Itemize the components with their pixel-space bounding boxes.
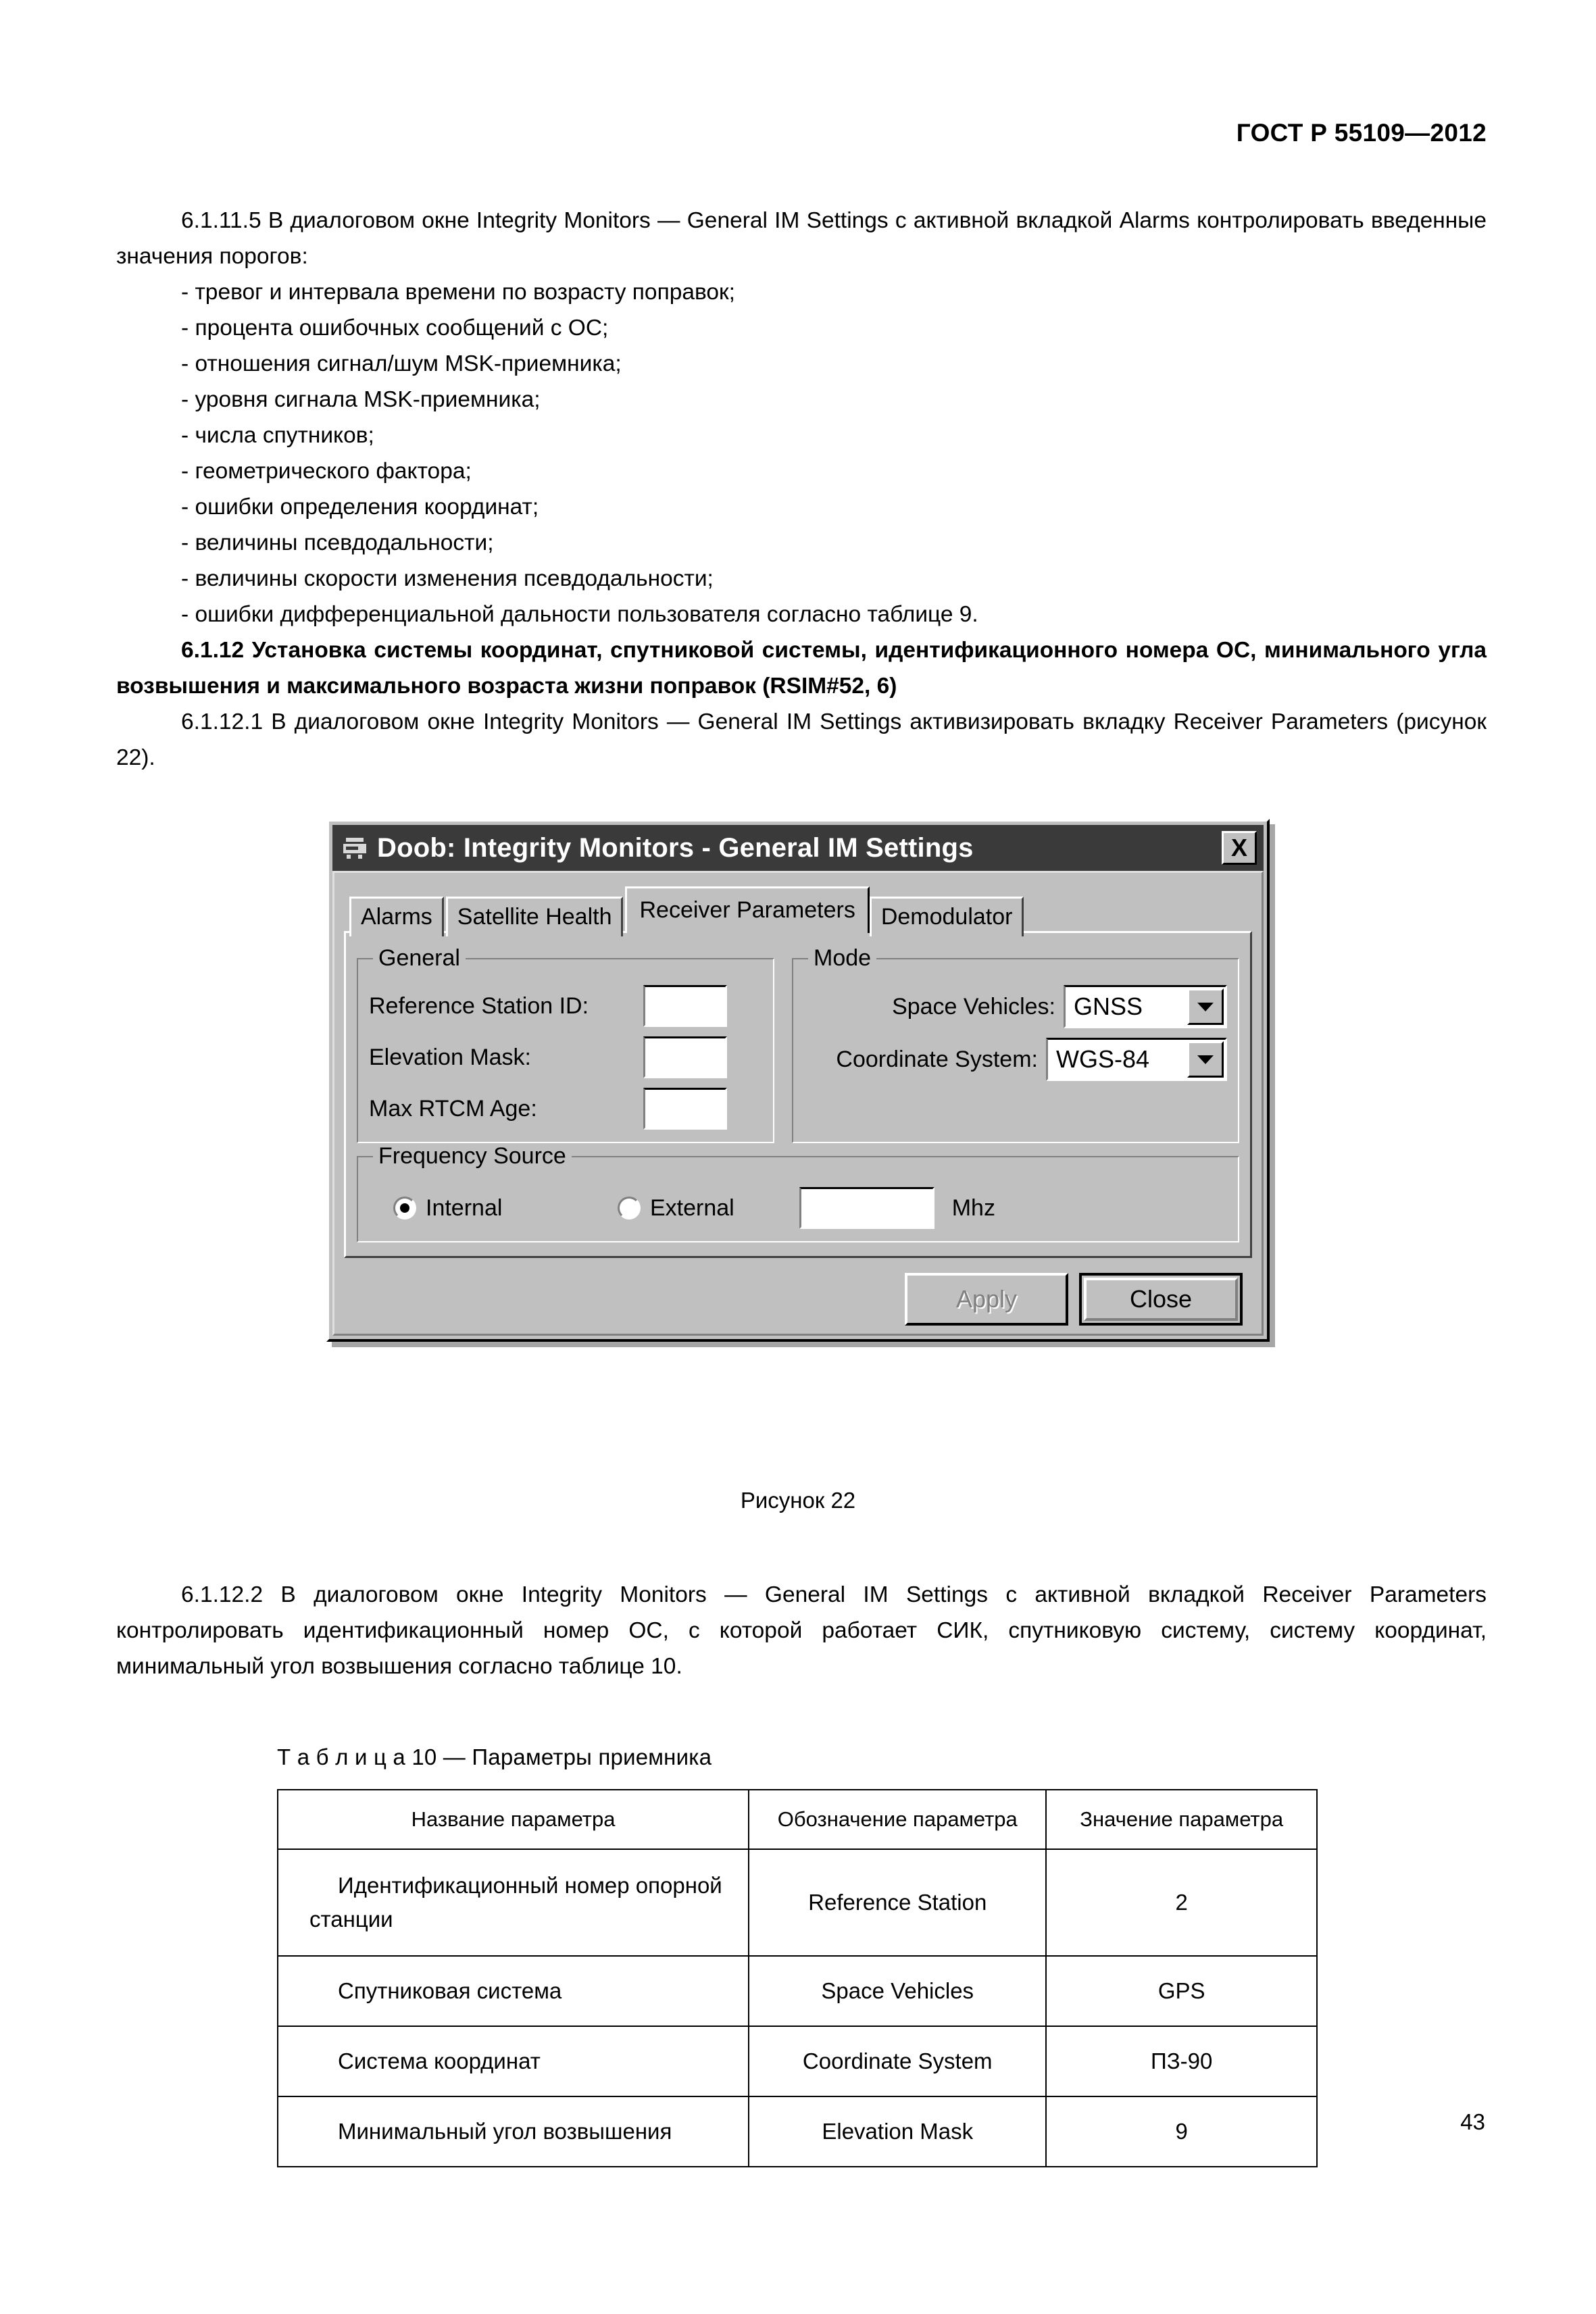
integrity-monitors-dialog: Doob: Integrity Monitors - General IM Se… bbox=[326, 819, 1270, 1342]
column-header-code: Обозначение параметра bbox=[748, 1789, 1047, 1850]
table-row: Идентификационный номер опорной станции … bbox=[276, 1848, 1318, 1957]
list-item: - ошибки определения координат; bbox=[181, 495, 539, 520]
space-vehicles-value: GNSS bbox=[1074, 992, 1143, 1020]
dialog-titlebar[interactable]: Doob: Integrity Monitors - General IM Se… bbox=[332, 825, 1264, 871]
document-page: ГОСТ Р 55109—2012 6.1.11.5 В диалоговом … bbox=[0, 0, 1596, 2314]
threshold-bullet-list: - тревог и интервала времени по возрасту… bbox=[116, 274, 1487, 632]
frequency-input[interactable] bbox=[799, 1187, 934, 1229]
list-item: - ошибки дифференциальной дальности поль… bbox=[181, 602, 978, 627]
figure-caption: Рисунок 22 bbox=[740, 1488, 856, 1513]
reference-station-id-input[interactable] bbox=[643, 985, 727, 1027]
cell-value: 9 bbox=[1045, 2096, 1318, 2167]
elevation-mask-field: Elevation Mask: bbox=[369, 1036, 762, 1078]
receiver-parameters-panel: General Reference Station ID: Elevation … bbox=[344, 931, 1252, 1258]
coordinate-system-label: Coordinate System: bbox=[836, 1046, 1038, 1072]
elevation-mask-label: Elevation Mask: bbox=[369, 1044, 531, 1070]
list-item: - отношения сигнал/шум MSK-приемника; bbox=[181, 351, 622, 376]
tab-demodulator[interactable]: Demodulator bbox=[869, 897, 1024, 936]
list-item: - величины псевдодальности; bbox=[181, 530, 494, 555]
paragraph-6-1-12-2: 6.1.12.2 В диалоговом окне Integrity Mon… bbox=[116, 1582, 1487, 1679]
cell-name: Идентификационный номер опорной станции bbox=[276, 1848, 750, 1957]
dialog-body: Alarms Satellite Health Receiver Paramet… bbox=[332, 871, 1264, 1336]
list-item: - процента ошибочных сообщений с ОС; bbox=[181, 316, 609, 341]
list-item: - геометрического фактора; bbox=[181, 459, 472, 484]
reference-station-id-field: Reference Station ID: bbox=[369, 985, 762, 1027]
coordinate-system-value: WGS-84 bbox=[1056, 1045, 1150, 1073]
mode-group-legend: Mode bbox=[814, 945, 872, 971]
tab-satellite-health[interactable]: Satellite Health bbox=[445, 897, 624, 936]
close-button[interactable]: Close bbox=[1079, 1273, 1243, 1326]
cell-value: GPS bbox=[1045, 1955, 1318, 2027]
body-text-lower: 6.1.12.2 В диалоговом окне Integrity Mon… bbox=[116, 1577, 1487, 1684]
column-header-value: Значение параметра bbox=[1045, 1789, 1318, 1850]
reference-station-id-label: Reference Station ID: bbox=[369, 992, 589, 1019]
dialog-title: Doob: Integrity Monitors - General IM Se… bbox=[377, 832, 974, 863]
coordinate-system-field: Coordinate System: WGS-84 bbox=[804, 1038, 1227, 1081]
general-group: General Reference Station ID: Elevation … bbox=[357, 945, 774, 1143]
cell-name: Минимальный угол возвышения bbox=[276, 2096, 750, 2167]
close-button-label: Close bbox=[1084, 1278, 1238, 1321]
page-header: ГОСТ Р 55109—2012 bbox=[1236, 119, 1487, 147]
paragraph-6-1-12-1: 6.1.12.1 В диалоговом окне Integrity Mon… bbox=[116, 709, 1487, 770]
external-radio[interactable]: External bbox=[618, 1195, 734, 1222]
frequency-unit-label: Mhz bbox=[951, 1194, 995, 1221]
paragraph-6-1-12: 6.1.12 Установка системы координат, спут… bbox=[116, 638, 1487, 699]
frequency-source-legend: Frequency Source bbox=[378, 1143, 566, 1169]
cell-name: Спутниковая система bbox=[276, 1955, 750, 2027]
internal-radio-label: Internal bbox=[426, 1194, 503, 1221]
paragraph-6-1-11-5: 6.1.11.5 В диалоговом окне Integrity Mon… bbox=[116, 208, 1487, 269]
space-vehicles-field: Space Vehicles: GNSS bbox=[804, 985, 1227, 1028]
apply-button[interactable]: Apply bbox=[905, 1273, 1068, 1326]
coordinate-system-dropdown[interactable]: WGS-84 bbox=[1046, 1038, 1227, 1081]
max-rtcm-age-label: Max RTCM Age: bbox=[369, 1095, 537, 1122]
table-row: Система координат Coordinate System ПЗ-9… bbox=[276, 2026, 1318, 2097]
table-row: Спутниковая система Space Vehicles GPS bbox=[276, 1955, 1318, 2027]
cell-code: Elevation Mask bbox=[748, 2096, 1047, 2167]
list-item: - величины скорости изменения псевдодаль… bbox=[181, 566, 714, 591]
frequency-source-group: Frequency Source Internal External Mhz bbox=[357, 1143, 1239, 1242]
page-number: 43 bbox=[1460, 2109, 1485, 2134]
tab-receiver-parameters[interactable]: Receiver Parameters bbox=[625, 886, 870, 933]
table-row: Минимальный угол возвышения Elevation Ma… bbox=[276, 2096, 1318, 2167]
chevron-down-icon[interactable] bbox=[1187, 988, 1224, 1025]
cell-code: Reference Station bbox=[748, 1848, 1047, 1957]
table-caption: Т а б л и ц а 10 — Параметры приемника bbox=[277, 1744, 712, 1769]
radio-dot-icon bbox=[618, 1197, 641, 1219]
external-radio-label: External bbox=[650, 1194, 734, 1221]
tab-alarms[interactable]: Alarms bbox=[349, 897, 444, 936]
max-rtcm-age-field: Max RTCM Age: bbox=[369, 1088, 762, 1130]
internal-radio[interactable]: Internal bbox=[393, 1195, 593, 1222]
max-rtcm-age-input[interactable] bbox=[643, 1088, 727, 1130]
list-item: - уровня сигнала MSK-приемника; bbox=[181, 387, 541, 412]
receiver-parameters-table: Название параметра Обозначение параметра… bbox=[276, 1789, 1318, 2167]
general-group-legend: General bbox=[378, 945, 460, 971]
groups-row: General Reference Station ID: Elevation … bbox=[357, 945, 1239, 1143]
cell-value: 2 bbox=[1045, 1848, 1318, 1957]
table-header-row: Название параметра Обозначение параметра… bbox=[276, 1789, 1318, 1850]
space-vehicles-label: Space Vehicles: bbox=[892, 993, 1055, 1020]
body-text-upper: 6.1.11.5 В диалоговом окне Integrity Mon… bbox=[116, 203, 1487, 776]
figure-22: Doob: Integrity Monitors - General IM Se… bbox=[0, 819, 1596, 1342]
close-icon[interactable]: X bbox=[1222, 831, 1257, 865]
mode-group: Mode Space Vehicles: GNSS Coordinate Sys… bbox=[792, 945, 1239, 1143]
list-item: - тревог и интервала времени по возрасту… bbox=[181, 280, 735, 305]
dialog-button-row: Apply Close bbox=[339, 1258, 1257, 1330]
space-vehicles-dropdown[interactable]: GNSS bbox=[1064, 985, 1227, 1028]
chevron-down-icon[interactable] bbox=[1187, 1041, 1224, 1078]
frequency-source-row: Internal External Mhz bbox=[369, 1187, 1227, 1229]
cell-code: Coordinate System bbox=[748, 2026, 1047, 2097]
radio-dot-icon bbox=[393, 1197, 416, 1219]
column-header-name: Название параметра bbox=[276, 1789, 750, 1850]
cell-name: Система координат bbox=[276, 2026, 750, 2097]
application-icon bbox=[342, 836, 369, 859]
list-item: - числа спутников; bbox=[181, 423, 374, 448]
cell-code: Space Vehicles bbox=[748, 1955, 1047, 2027]
tab-bar: Alarms Satellite Health Receiver Paramet… bbox=[339, 877, 1257, 936]
elevation-mask-input[interactable] bbox=[643, 1036, 727, 1078]
cell-value: ПЗ-90 bbox=[1045, 2026, 1318, 2097]
